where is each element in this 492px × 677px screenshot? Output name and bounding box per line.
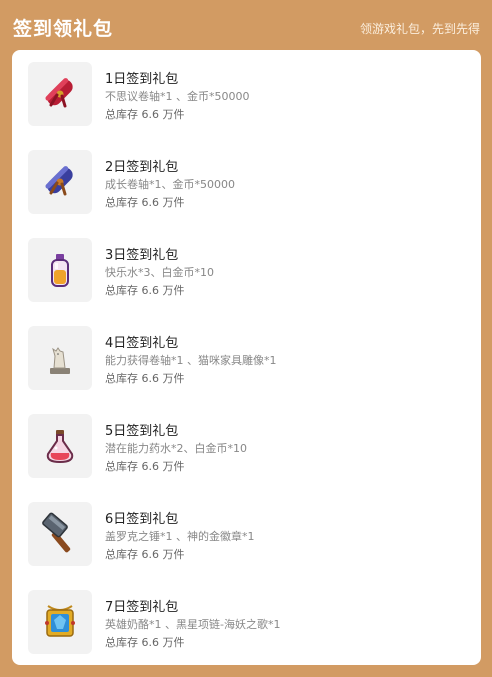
gift-title: 5日签到礼包 xyxy=(105,424,179,439)
gift-item-day-3[interactable]: 3日签到礼包 快乐水*3、白金币*10 总库存 6.6 万件 xyxy=(28,238,468,304)
page-subtitle: 领游戏礼包，先到先得 xyxy=(359,22,480,36)
red-scroll-icon xyxy=(28,62,92,126)
gift-desc: 盖罗克之锤*1 、神的金徽章*1 xyxy=(105,530,255,543)
gift-desc: 潜在能力药水*2、白金币*10 xyxy=(105,442,247,455)
gift-title: 1日签到礼包 xyxy=(105,72,179,87)
gift-stock: 总库存 6.6 万件 xyxy=(105,284,185,297)
gift-item-day-1[interactable]: 1日签到礼包 不思议卷轴*1 、金币*50000 总库存 6.6 万件 xyxy=(28,62,468,128)
gift-desc: 能力获得卷轴*1 、猫咪家具雕像*1 xyxy=(105,354,277,367)
necklace-icon xyxy=(28,590,92,654)
gift-item-day-6[interactable]: 6日签到礼包 盖罗克之锤*1 、神的金徽章*1 总库存 6.6 万件 xyxy=(28,502,468,568)
gift-stock: 总库存 6.6 万件 xyxy=(105,108,185,121)
hammer-icon xyxy=(28,502,92,566)
blue-scroll-icon xyxy=(28,150,92,214)
gift-desc: 快乐水*3、白金币*10 xyxy=(105,266,214,279)
page-title: 签到领礼包 xyxy=(13,18,114,40)
gift-title: 3日签到礼包 xyxy=(105,248,179,263)
page-header: 签到领礼包 领游戏礼包，先到先得 xyxy=(0,0,492,50)
gift-item-day-7[interactable]: 7日签到礼包 英雄奶酪*1 、黑星项链-海妖之歌*1 总库存 6.6 万件 xyxy=(28,590,468,656)
gift-stock: 总库存 6.6 万件 xyxy=(105,636,185,649)
gift-desc: 英雄奶酪*1 、黑星项链-海妖之歌*1 xyxy=(105,618,281,631)
gift-desc: 不思议卷轴*1 、金币*50000 xyxy=(105,90,250,103)
gift-stock: 总库存 6.6 万件 xyxy=(105,460,185,473)
cat-statue-icon xyxy=(28,326,92,390)
gift-stock: 总库存 6.6 万件 xyxy=(105,196,185,209)
gift-title: 6日签到礼包 xyxy=(105,512,179,527)
gift-item-day-5[interactable]: 5日签到礼包 潜在能力药水*2、白金币*10 总库存 6.6 万件 xyxy=(28,414,468,480)
gift-title: 2日签到礼包 xyxy=(105,160,179,175)
potion-flask-icon xyxy=(28,414,92,478)
gift-stock: 总库存 6.6 万件 xyxy=(105,548,185,561)
bottle-icon xyxy=(28,238,92,302)
gift-title: 4日签到礼包 xyxy=(105,336,179,351)
gift-item-day-4[interactable]: 4日签到礼包 能力获得卷轴*1 、猫咪家具雕像*1 总库存 6.6 万件 xyxy=(28,326,468,392)
gift-item-day-2[interactable]: 2日签到礼包 成长卷轴*1、金币*50000 总库存 6.6 万件 xyxy=(28,150,468,216)
gift-stock: 总库存 6.6 万件 xyxy=(105,372,185,385)
gift-desc: 成长卷轴*1、金币*50000 xyxy=(105,178,235,191)
gift-list-panel: 1日签到礼包 不思议卷轴*1 、金币*50000 总库存 6.6 万件 2日签到… xyxy=(12,50,481,665)
gift-title: 7日签到礼包 xyxy=(105,600,179,615)
